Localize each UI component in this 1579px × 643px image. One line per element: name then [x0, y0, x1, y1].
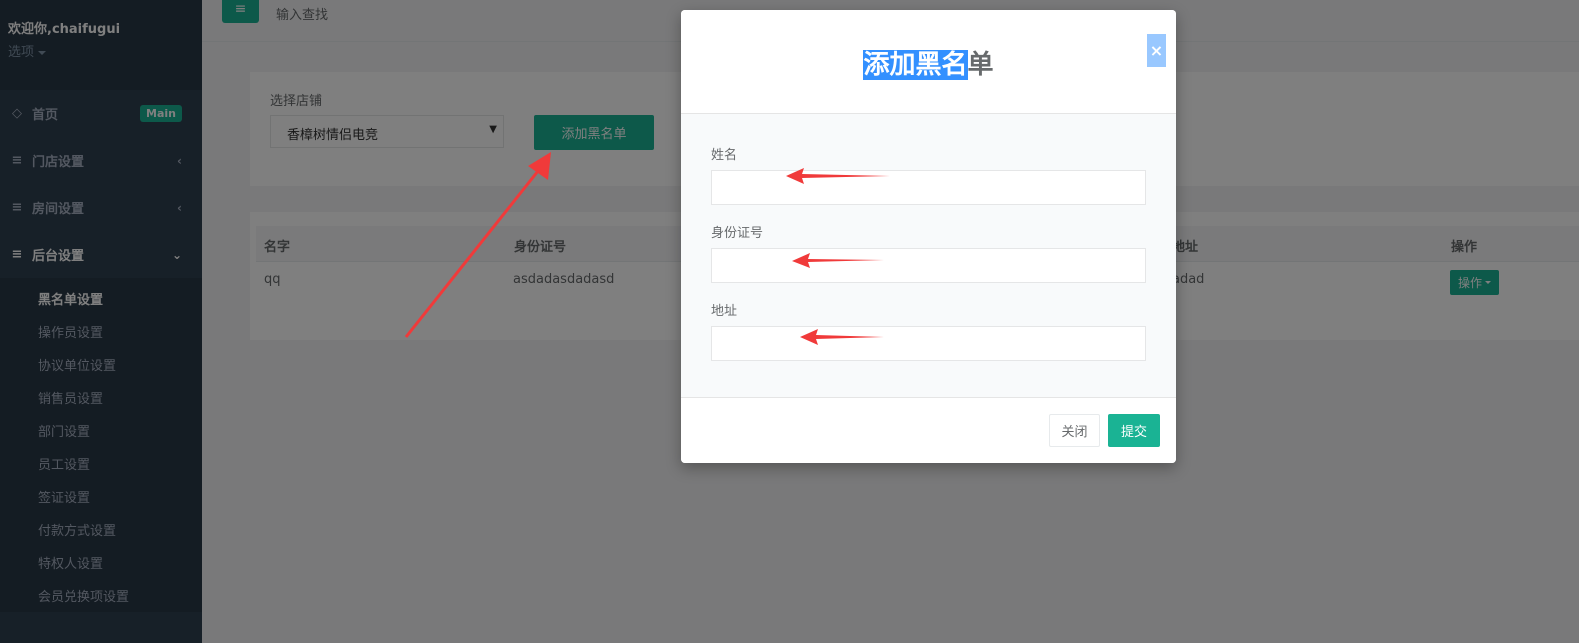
- close-icon[interactable]: ×: [1147, 34, 1166, 67]
- id-number-label: 身份证号: [711, 226, 764, 241]
- id-number-input[interactable]: [711, 248, 1146, 283]
- close-button[interactable]: 关闭: [1049, 414, 1100, 447]
- name-label: 姓名: [711, 148, 738, 163]
- address-label: 地址: [711, 304, 738, 319]
- modal-footer: 关闭 提交: [681, 397, 1176, 463]
- modal-title: 添加黑名单: [681, 44, 1176, 81]
- name-input[interactable]: [711, 170, 1146, 205]
- add-blacklist-modal: 添加黑名单 × 姓名 身份证号 地址 关闭 提交: [681, 10, 1176, 463]
- modal-title-selected: 添加黑名: [863, 50, 968, 80]
- modal-body: 姓名 身份证号 地址: [681, 114, 1176, 397]
- submit-button[interactable]: 提交: [1108, 414, 1160, 447]
- modal-title-rest: 单: [967, 50, 994, 80]
- modal-header: 添加黑名单 ×: [681, 10, 1176, 114]
- address-input[interactable]: [711, 326, 1146, 361]
